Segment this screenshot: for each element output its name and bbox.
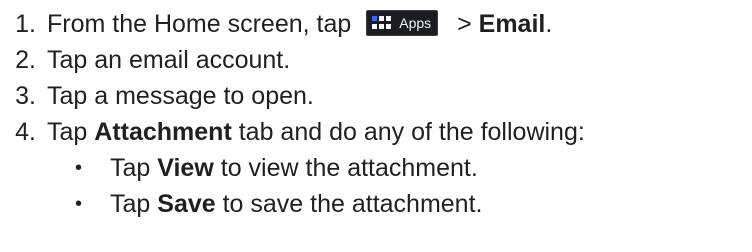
step-number: 4. <box>15 118 36 146</box>
step-3: 3. Tap a message to open. <box>0 78 752 114</box>
step-text-bold: Email <box>478 10 546 38</box>
step-text-before: Tap <box>47 118 95 146</box>
step-number: 3. <box>15 82 36 110</box>
step-text: Tap a message to open. <box>47 82 314 110</box>
substep-text-after: to save the attachment. <box>215 190 483 218</box>
step-text-after: tab and do any of the following: <box>231 118 585 146</box>
apps-grid-icon <box>372 16 392 30</box>
substep-view: • Tap View to view the attachment. <box>0 150 752 186</box>
substep-save: • Tap Save to save the attachment. <box>0 186 752 222</box>
apps-button[interactable]: Apps <box>366 10 439 37</box>
step-text-before: From the Home screen, tap <box>47 10 359 38</box>
step-text-bold: Attachment <box>94 118 232 146</box>
step-4: 4. Tap Attachment tab and do any of the … <box>0 114 752 150</box>
substep-text-bold: View <box>157 154 214 182</box>
step-number: 2. <box>15 46 36 74</box>
step-1: 1. From the Home screen, tap Apps > Emai… <box>0 6 752 42</box>
step-text: From the Home screen, tap Apps > Email. <box>47 6 552 42</box>
substep-text-after: to view the attachment. <box>213 154 478 182</box>
step-text: Tap an email account. <box>47 46 291 74</box>
bullet: • <box>74 157 82 179</box>
substep-text-before: Tap <box>110 190 158 218</box>
step-number: 1. <box>15 10 36 38</box>
step-text: Tap Attachment tab and do any of the fol… <box>47 114 585 150</box>
instruction-list: 1. From the Home screen, tap Apps > Emai… <box>0 0 752 252</box>
substep-text-bold: Save <box>157 190 216 218</box>
bullet: • <box>74 193 82 215</box>
substep-text-before: Tap <box>110 154 158 182</box>
step-2: 2. Tap an email account. <box>0 42 752 78</box>
apps-label: Apps <box>399 15 432 32</box>
substep-text: Tap Save to save the attachment. <box>110 186 482 222</box>
step-text-after: . <box>545 10 553 38</box>
substep-text: Tap View to view the attachment. <box>110 150 478 186</box>
step-text-mid: > <box>450 10 479 38</box>
